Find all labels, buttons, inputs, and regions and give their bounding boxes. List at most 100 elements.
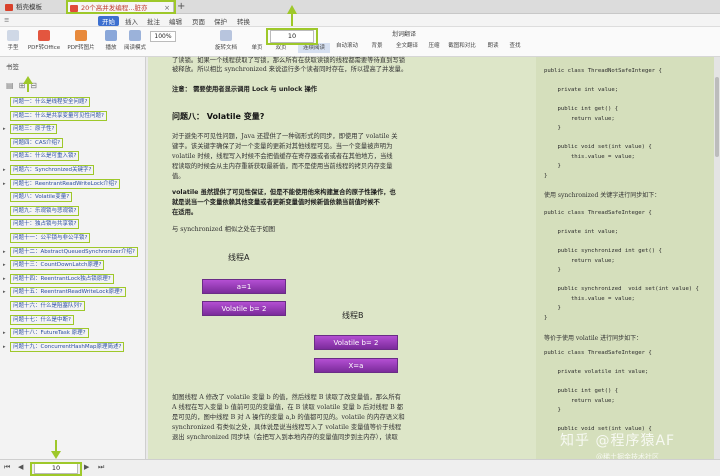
text-line: 被释放。所以相比 synchronized 来说运行多个读者同时存在，所以提高了… xyxy=(172,66,408,73)
last-page-icon[interactable]: ⏭ xyxy=(98,463,104,472)
prev-page-icon[interactable]: ◀ xyxy=(18,463,23,471)
menu-insert[interactable]: 插入 xyxy=(125,16,138,26)
menu-convert[interactable]: 转换 xyxy=(237,16,250,26)
bookmark-item[interactable]: 问题九：乐观锁与悲观锁? xyxy=(10,205,80,216)
page-number-input[interactable]: 10 xyxy=(270,30,314,43)
rotate-doc-button[interactable]: 旋转文档 xyxy=(210,30,242,51)
pdf-to-office-button[interactable]: PDF转Office xyxy=(26,30,62,51)
section-heading: 问题八： Volatile 变量? xyxy=(172,112,265,121)
play-icon xyxy=(105,30,117,41)
bookmark-item[interactable]: 问题十二：AbstractQueuedSynchronizer介绍? xyxy=(10,246,138,257)
bookmark-item[interactable]: 问题四：CAS介绍? xyxy=(10,137,64,148)
book-icon xyxy=(129,30,141,41)
bookmark-item[interactable]: 问题七：ReentrantReadWriteLock介绍? xyxy=(10,178,121,189)
expand-arrow-icon[interactable]: ▸ xyxy=(3,167,6,173)
bookmark-item[interactable]: 问题六：Synchronized关键字? xyxy=(10,165,95,175)
bookmark-item[interactable]: 问题十七：什么是中断? xyxy=(10,314,74,325)
text-line: 退出 synchronized 同步块（会把写入到本地内存的变量值同步到主内存）… xyxy=(172,434,398,441)
collapse-icon[interactable]: ⊟ xyxy=(30,81,42,90)
watermark-text: 知乎 @程序猿AF xyxy=(560,433,676,449)
find-button[interactable]: 查找 xyxy=(502,41,528,49)
zoom-field[interactable]: 100% xyxy=(150,31,176,42)
diagram-bar: Volatile b= 2 xyxy=(202,301,286,316)
tab-pdf-document[interactable]: 20个高并发编程...脏亦脱？.pdf × xyxy=(66,1,174,25)
bookmark-item[interactable]: 问题十六：什么是阻塞队列? xyxy=(10,301,85,311)
text-line: 如图线程 A 修改了 volatile 变量 b 的值，然后线程 B 读取了改变… xyxy=(172,394,401,401)
thread-b-label: 线程B xyxy=(342,311,364,320)
expand-arrow-icon[interactable]: ▸ xyxy=(3,181,6,187)
text-line: 值。 xyxy=(172,173,185,180)
reading-mode-button[interactable]: 阅读模式 xyxy=(122,30,148,51)
tab-bar: 稻壳模板 20个高并发编程...脏亦脱？.pdf × + xyxy=(0,0,720,25)
expand-arrow-icon[interactable]: ▸ xyxy=(3,126,6,132)
hand-icon xyxy=(7,30,19,41)
play-button[interactable]: 播放 xyxy=(98,30,124,51)
single-page-button[interactable]: 单页 xyxy=(244,43,270,53)
toolbar: 手型 PDF转Office PDF转图片 播放 阅读模式 100% 旋转文档 单… xyxy=(0,27,720,57)
auto-scroll-button[interactable]: 自动滚动 xyxy=(332,41,362,49)
first-page-icon[interactable]: ⏮ xyxy=(4,463,10,472)
hand-tool-button[interactable]: 手型 xyxy=(0,30,26,51)
new-tab-icon[interactable]: + xyxy=(177,1,185,13)
expand-arrow-icon[interactable]: ▸ xyxy=(3,330,6,336)
bookmark-item[interactable]: 问题十九：ConcurrentHashMap原理简述? xyxy=(10,341,125,352)
menu-start[interactable]: 开始 xyxy=(98,16,119,26)
bold-line: 就是说当一个变量依赖其他变量或者更新变量值时候新值依赖当前值时候不 xyxy=(172,199,380,206)
text-line: 等价于使用 volatile 进行同步如下： xyxy=(544,335,643,342)
pdf-to-image-button[interactable]: PDF转图片 xyxy=(64,30,98,51)
diagram-bar: Volatile b= 2 xyxy=(314,335,398,350)
rotate-icon xyxy=(220,30,232,41)
text-line: 键字。该关键字确保了对一个变量的更新对其他线程可见。当一个变量被声明为 xyxy=(172,143,393,150)
expand-arrow-icon[interactable]: ▸ xyxy=(3,262,6,268)
pdf-office-icon xyxy=(38,30,50,41)
code-block: public class ThreadSafeInteger { private… xyxy=(544,350,652,432)
menu-protect[interactable]: 保护 xyxy=(214,16,227,26)
menu-annotate[interactable]: 批注 xyxy=(147,16,160,26)
thread-a-label: 线程A xyxy=(228,253,250,262)
expand-arrow-icon[interactable]: ▸ xyxy=(3,249,6,255)
scroll-thumb[interactable] xyxy=(715,77,719,157)
bookmark-item[interactable]: 问题二：什么是共享变量可见性问题? xyxy=(10,110,107,121)
screenshot-compare-button[interactable]: 截图和对比 xyxy=(444,41,480,49)
sidebar-tools: ▤⊞⊟ xyxy=(6,81,42,90)
bookmark-item[interactable]: 问题十一：公平锁与非公平锁? xyxy=(10,233,91,243)
bookmark-item[interactable]: 问题十五：ReentrantReadWriteLock原理? xyxy=(10,287,126,298)
text-line: 与 synchronized 相似之处在于如图 xyxy=(172,226,276,233)
bookmark-item[interactable]: 问题十：独占锁与共享锁? xyxy=(10,219,80,230)
status-bar: ⏮ ◀ 10 ▶ ⏭ xyxy=(0,459,720,476)
menu-edit[interactable]: 编辑 xyxy=(169,16,182,26)
text-line: 是可见的，图中线程 B 对 A 操作的变量 a,b 的值都可见的。volatil… xyxy=(172,414,405,421)
vertical-scrollbar[interactable] xyxy=(714,57,720,459)
sidebar-title: 书签 xyxy=(6,63,19,71)
file-menu-icon[interactable]: ≡ xyxy=(4,16,9,24)
background-button[interactable]: 背景 xyxy=(364,41,390,49)
pdf-icon xyxy=(70,5,78,12)
bookmark-sidebar: 书签 ▤⊞⊟ 问题一：什么是线程安全问题? 问题二：什么是共享变量可见性问题? ▸ 问… xyxy=(0,57,146,459)
expand-arrow-icon[interactable]: ▸ xyxy=(3,276,6,282)
menu-page[interactable]: 页面 xyxy=(192,16,205,26)
bold-line: volatile 虽然提供了可见性保证，但是不能使用他来构建复合的原子性操作，也 xyxy=(172,189,396,196)
expand-arrow-icon[interactable]: ▸ xyxy=(3,289,6,295)
diagram-bar: a=1 xyxy=(202,279,286,294)
word-translate-button[interactable]: 划词翻译 xyxy=(392,29,416,38)
expand-icon[interactable]: ⊞ xyxy=(19,81,31,90)
bookmark-item[interactable]: 问题八：Volatile变量? xyxy=(10,192,73,203)
bookmark-icon[interactable]: ▤ xyxy=(6,81,19,90)
continuous-read-button[interactable]: 连续阅读 xyxy=(298,43,330,53)
bookmark-item[interactable]: 问题十八：FutureTask 原理? xyxy=(10,328,89,339)
bookmark-item[interactable]: 问题五：什么是可重入锁? xyxy=(10,151,80,162)
bookmark-item[interactable]: 问题一：什么是线程安全问题? xyxy=(10,97,91,107)
pdf-page-left: 了读锁。如果一个线程获取了写锁，那么所有在获取读锁的线程都需要等待直到写锁 被释… xyxy=(148,57,536,459)
double-page-button[interactable]: 双页 xyxy=(268,43,294,53)
next-page-icon[interactable]: ▶ xyxy=(84,463,89,471)
bookmark-item[interactable]: 问题三：原子性? xyxy=(10,124,58,135)
tab-templates[interactable]: 稻壳模板 xyxy=(2,1,64,14)
bookmark-item[interactable]: 问题十四：ReentrantLock独占锁原理? xyxy=(10,273,114,284)
status-page-input[interactable]: 10 xyxy=(34,462,78,474)
full-translate-button[interactable]: 全文翻译 xyxy=(392,41,422,49)
expand-arrow-icon[interactable]: ▸ xyxy=(3,344,6,350)
bookmark-item[interactable]: 问题十三：CountDownLatch原理? xyxy=(10,260,105,271)
template-icon xyxy=(5,4,13,11)
text-line: volatile 时候，线程写入时候不会把值缓存在寄存器或者或者在其他地方，当线 xyxy=(172,153,393,160)
diagram-bar: X=a xyxy=(314,358,398,373)
